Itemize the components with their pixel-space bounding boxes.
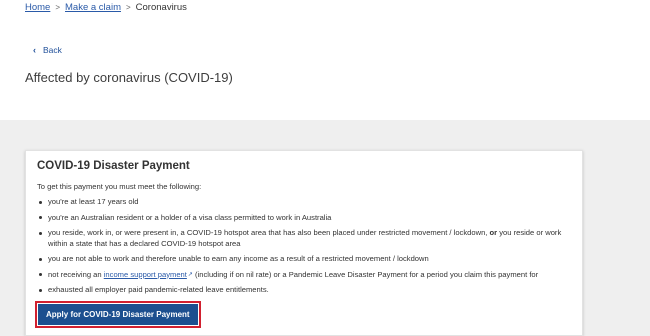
- apply-disaster-payment-button[interactable]: Apply for COVID-19 Disaster Payment: [38, 304, 198, 325]
- back-label: Back: [43, 45, 62, 55]
- list-item-text: you reside, work in, or were present in,…: [48, 228, 490, 237]
- bullet-icon: [39, 257, 42, 261]
- list-item-bold: or: [489, 228, 498, 237]
- bullet-icon: [39, 231, 42, 235]
- page-header: Home > Make a claim > Coronavirus ‹ Back Aff…: [0, 0, 650, 120]
- income-support-payment-link[interactable]: income support payment: [104, 270, 187, 279]
- list-item-text: (including if on nil rate) or a Pandemic…: [192, 269, 539, 279]
- list-item: you're an Australian resident or a holde…: [37, 213, 577, 224]
- list-item: you are not able to work and therefore u…: [37, 254, 577, 265]
- back-link[interactable]: ‹ Back: [33, 45, 62, 55]
- breadcrumb-home-link[interactable]: Home: [25, 2, 50, 13]
- page-title: Affected by coronavirus (COVID-19): [25, 70, 233, 85]
- list-item: not receiving an income support payment↗…: [37, 270, 577, 281]
- card-title: COVID-19 Disaster Payment: [37, 160, 190, 172]
- disaster-payment-card: COVID-19 Disaster Payment To get this pa…: [25, 150, 583, 336]
- list-item: exhausted all employer paid pandemic-rel…: [37, 285, 577, 296]
- bullet-icon: [39, 200, 42, 204]
- list-item-text: you're an Australian resident or a holde…: [48, 212, 332, 222]
- list-item-text: you are not able to work and therefore u…: [48, 254, 429, 263]
- content-band: COVID-19 Disaster Payment To get this pa…: [0, 120, 650, 336]
- list-item: you reside, work in, or were present in,…: [37, 228, 577, 249]
- breadcrumb: Home > Make a claim > Coronavirus: [25, 2, 187, 13]
- bullet-icon: [39, 216, 42, 219]
- list-item-text: not receiving an: [48, 269, 104, 279]
- eligibility-list: you're at least 17 years old you're an A…: [37, 197, 577, 301]
- bullet-icon: [39, 273, 42, 276]
- breadcrumb-make-a-claim-link[interactable]: Make a claim: [65, 2, 121, 13]
- breadcrumb-separator: >: [55, 3, 61, 12]
- list-item-text: you're at least 17 years old: [48, 197, 139, 206]
- bullet-icon: [39, 288, 42, 292]
- card-intro: To get this payment you must meet the fo…: [37, 182, 202, 191]
- chevron-left-icon: ‹: [33, 45, 36, 55]
- breadcrumb-current: Coronavirus: [135, 2, 187, 13]
- list-item: you're at least 17 years old: [37, 197, 577, 208]
- breadcrumb-separator: >: [125, 3, 131, 12]
- apply-button-highlight: Apply for COVID-19 Disaster Payment: [35, 301, 201, 328]
- list-item-text: exhausted all employer paid pandemic-rel…: [48, 285, 269, 294]
